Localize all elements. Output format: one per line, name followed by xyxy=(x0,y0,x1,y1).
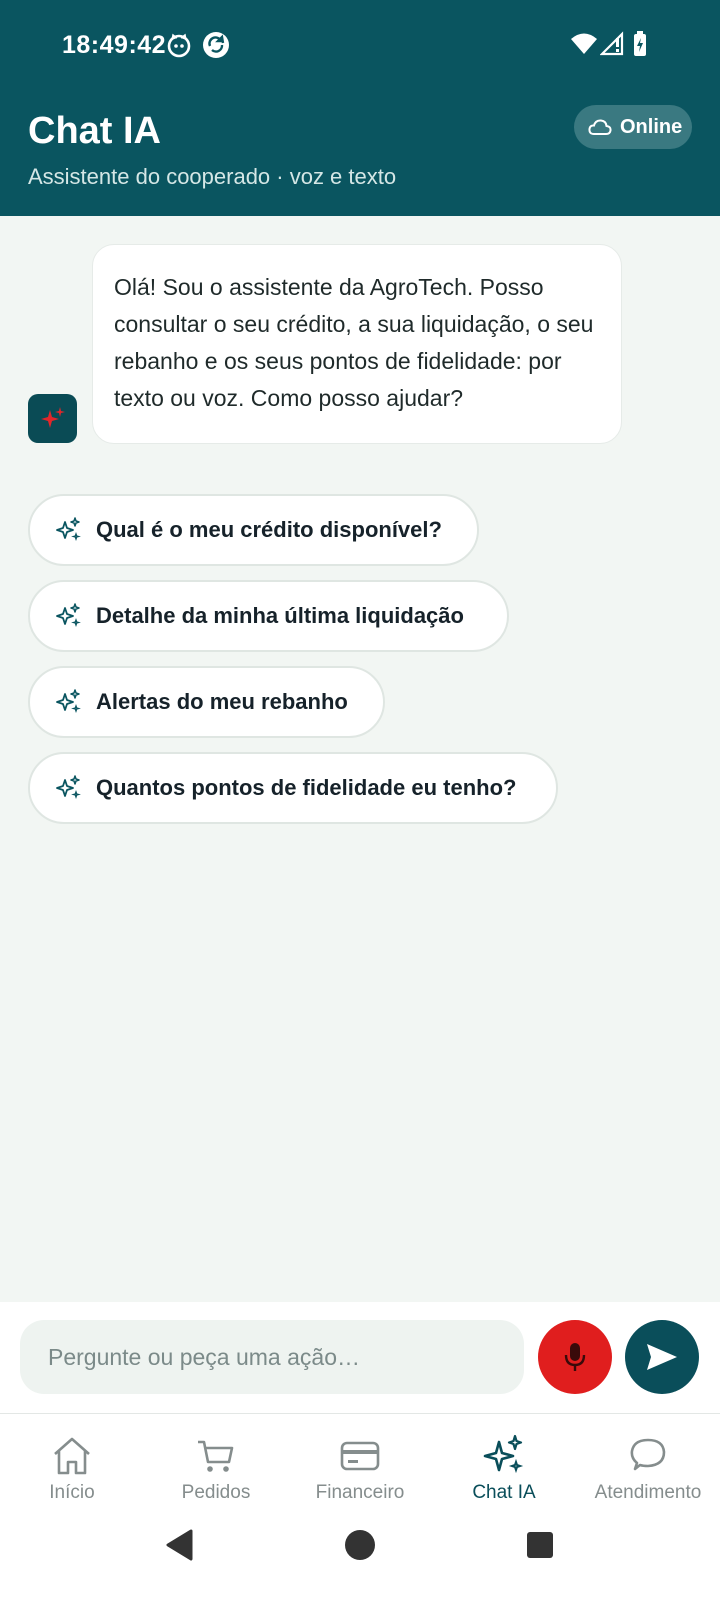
recents-icon[interactable] xyxy=(526,1531,554,1559)
status-time: 18:49:42 xyxy=(62,31,167,59)
status-bar: 18:49:42 xyxy=(0,0,720,90)
card-icon xyxy=(340,1441,380,1471)
suggestion-chip-credit[interactable]: Qual é o meu crédito disponível? xyxy=(28,494,479,566)
cloud-icon xyxy=(588,119,612,135)
online-status-badge: Online xyxy=(574,105,692,149)
system-navigation-bar xyxy=(0,1514,720,1600)
suggestion-chip-label: Quantos pontos de fidelidade eu tenho? xyxy=(96,775,517,800)
nav-item-pedidos[interactable]: Pedidos xyxy=(144,1414,288,1514)
online-status-label: Online xyxy=(620,115,683,138)
nav-item-label: Pedidos xyxy=(181,1482,251,1503)
sparkles-icon xyxy=(56,775,81,799)
cart-icon xyxy=(198,1440,234,1472)
nav-item-label: Atendimento xyxy=(594,1482,702,1503)
sparkles-icon xyxy=(56,517,81,541)
nav-item-label: Financeiro xyxy=(315,1482,405,1503)
voice-input-button[interactable] xyxy=(538,1320,612,1394)
bottom-navigation: Início Pedidos Financeiro Chat IA Atendi… xyxy=(0,1414,720,1514)
nav-item-label: Chat IA xyxy=(472,1482,536,1503)
chat-bubble-icon xyxy=(630,1438,666,1471)
suggestion-chip-label: Detalhe da minha última liquidação xyxy=(96,603,464,628)
message-input[interactable] xyxy=(20,1320,524,1394)
nav-item-chat-ia[interactable]: Chat IA xyxy=(432,1414,576,1514)
message-composer xyxy=(0,1302,720,1414)
sync-app-icon xyxy=(203,32,229,58)
sparkles-icon xyxy=(483,1434,524,1474)
nav-item-inicio[interactable]: Início xyxy=(0,1414,144,1514)
home-circle-icon[interactable] xyxy=(344,1529,376,1561)
microphone-icon xyxy=(564,1343,586,1371)
assistant-avatar xyxy=(28,394,77,443)
sparkles-icon xyxy=(56,689,81,713)
signal-icon xyxy=(600,31,624,56)
suggestion-chip-loyalty-points[interactable]: Quantos pontos de fidelidade eu tenho? xyxy=(28,752,558,824)
suggestion-chip-settlement[interactable]: Detalhe da minha última liquidação xyxy=(28,580,509,652)
back-icon[interactable] xyxy=(164,1528,194,1562)
assistant-message-bubble: Olá! Sou o assistente da AgroTech. Posso… xyxy=(92,244,622,444)
app-header: 18:49:42 Chat IA Assistente do cooperado… xyxy=(0,0,720,216)
sparkles-icon xyxy=(40,406,65,428)
battery-icon xyxy=(634,31,646,56)
send-icon xyxy=(647,1344,677,1370)
home-icon xyxy=(54,1437,90,1475)
page-title: Chat IA xyxy=(28,110,161,152)
sparkles-icon xyxy=(56,603,81,627)
send-button[interactable] xyxy=(625,1320,699,1394)
wifi-icon xyxy=(571,33,597,54)
suggestion-chip-label: Qual é o meu crédito disponível? xyxy=(96,517,442,542)
page-subtitle: Assistente do cooperado · voz e texto xyxy=(28,164,397,189)
nav-item-atendimento[interactable]: Atendimento xyxy=(576,1414,720,1514)
suggestion-chip-herd-alerts[interactable]: Alertas do meu rebanho xyxy=(28,666,385,738)
nav-item-financeiro[interactable]: Financeiro xyxy=(288,1414,432,1514)
cat-face-icon xyxy=(167,33,191,58)
nav-item-label: Início xyxy=(49,1482,95,1503)
suggestion-chip-label: Alertas do meu rebanho xyxy=(96,689,348,714)
